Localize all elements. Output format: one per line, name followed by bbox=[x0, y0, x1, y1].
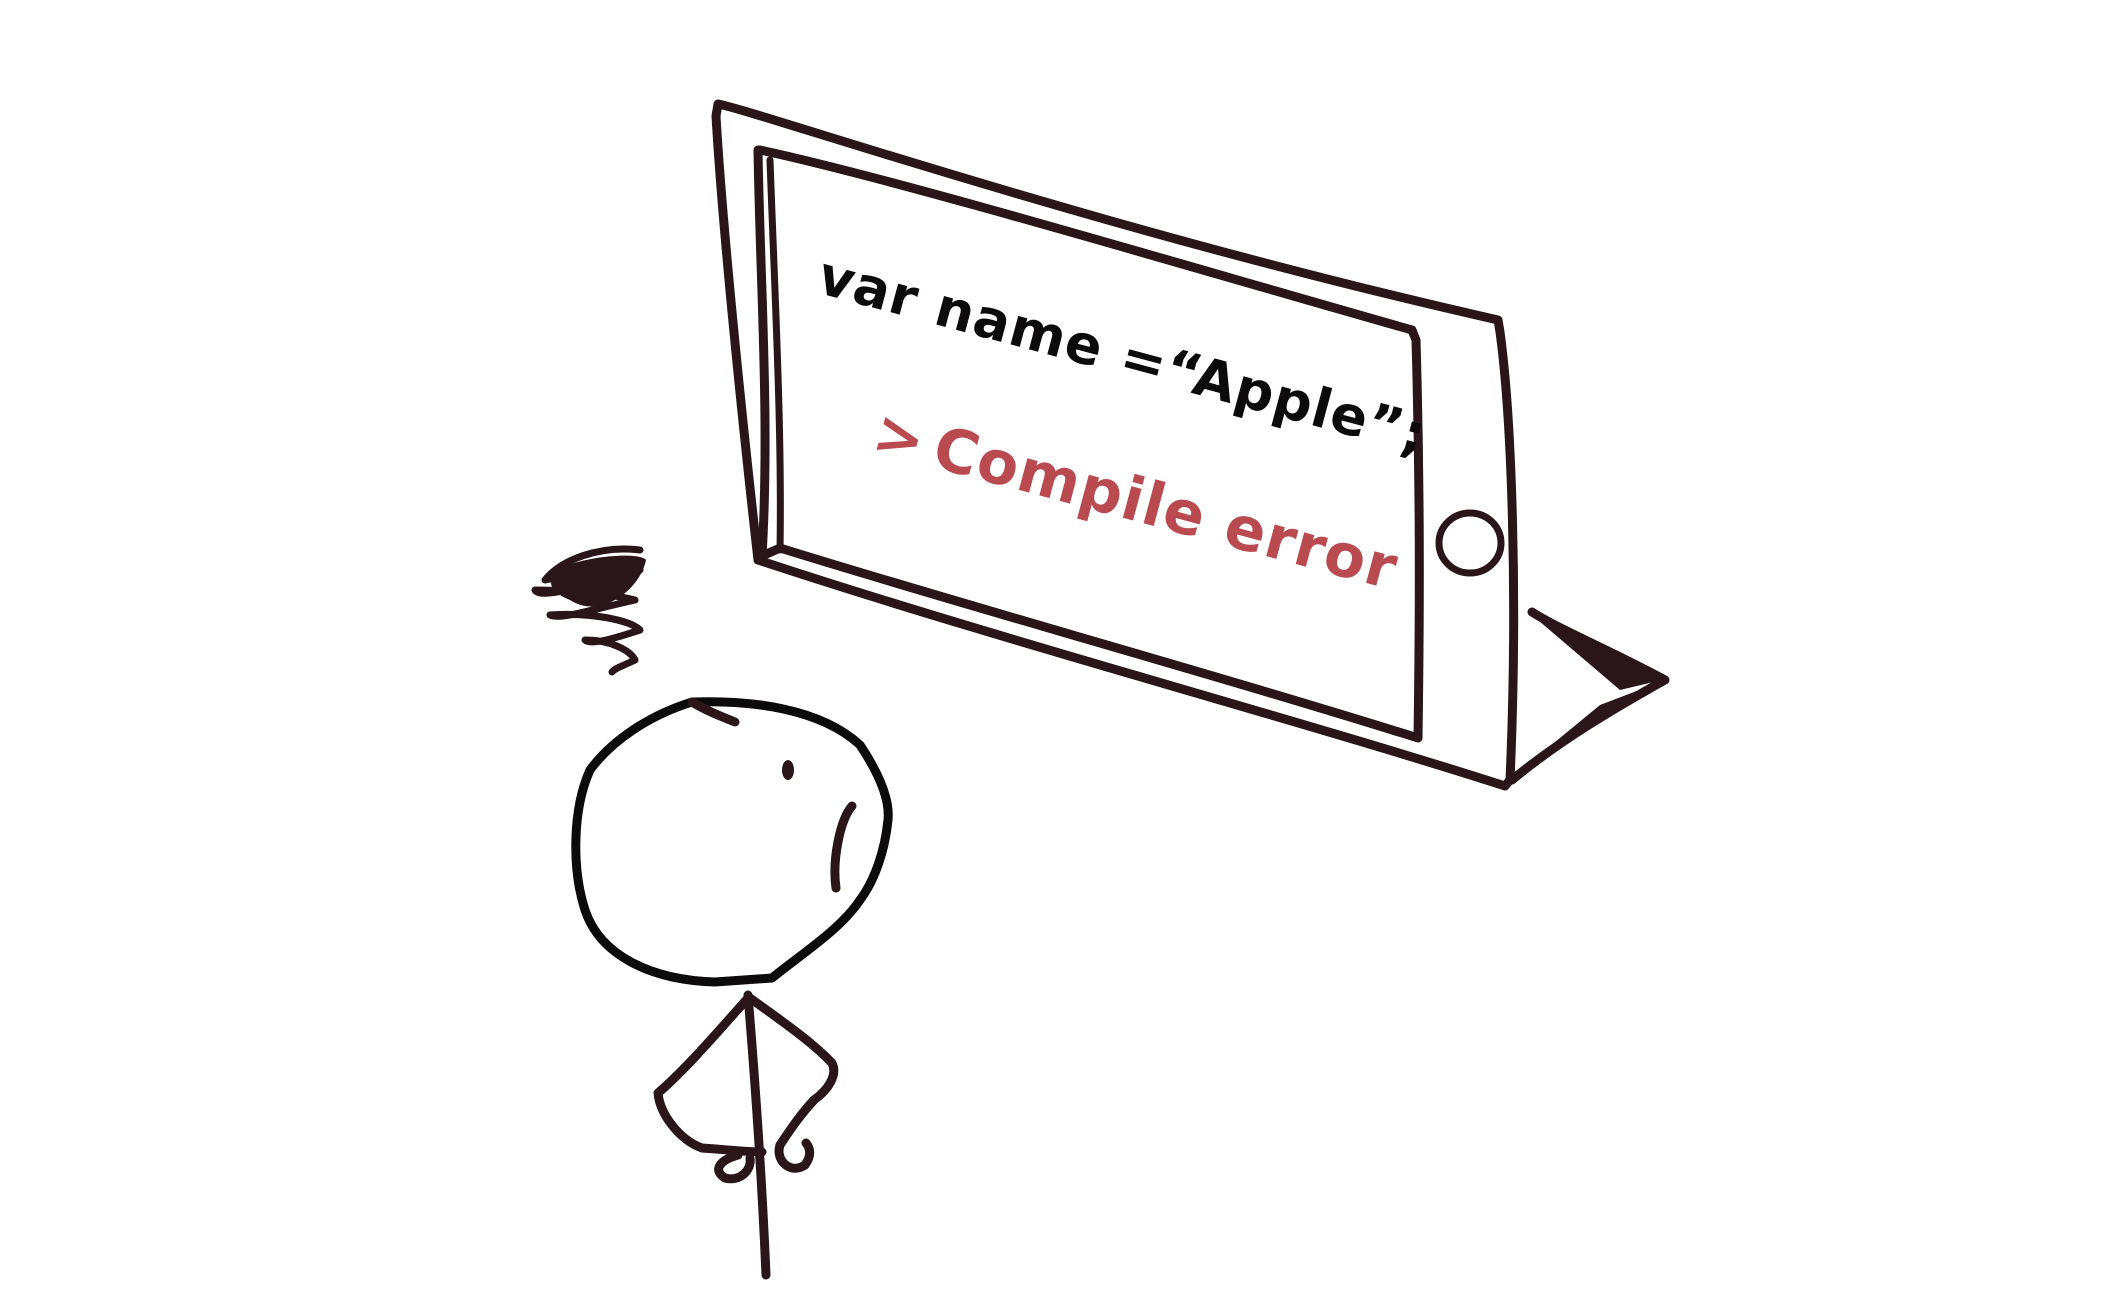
tablet-stand-shadow bbox=[1532, 615, 1662, 690]
body bbox=[743, 990, 771, 1280]
tablet-screen-inner-edge bbox=[766, 156, 784, 554]
eye bbox=[782, 760, 794, 780]
home-button-icon bbox=[1435, 509, 1505, 577]
doodle-scene: var name =“Apple”; > Compile error bbox=[0, 0, 2121, 1309]
tablet-stand bbox=[1507, 607, 1670, 785]
right-arm bbox=[745, 993, 839, 1150]
left-hand bbox=[714, 1150, 755, 1184]
error-prompt: > bbox=[866, 397, 934, 478]
frustration-scribble-icon bbox=[531, 545, 646, 676]
tablet bbox=[711, 99, 1670, 791]
right-hand bbox=[774, 1138, 815, 1173]
scene-canvas: var name =“Apple”; > Compile error bbox=[531, 99, 1670, 1280]
nose-mouth bbox=[830, 801, 857, 893]
stick-figure bbox=[571, 697, 893, 1280]
tablet-screen-bezel bbox=[753, 145, 1424, 743]
